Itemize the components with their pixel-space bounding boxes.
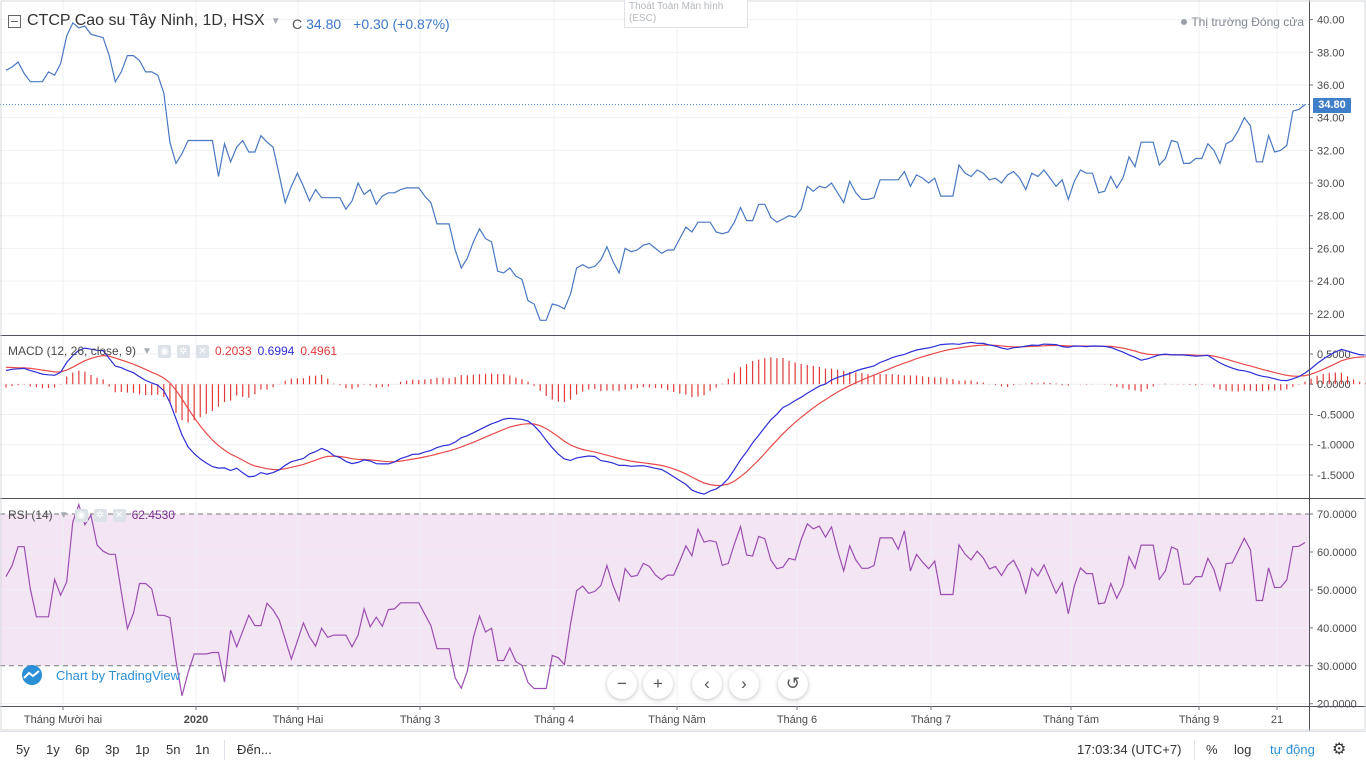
price-axis-tick: 22.00 [1317,309,1345,321]
price-axis-tick: 24.00 [1317,276,1345,288]
close-value: 34.80 [306,16,342,32]
time-axis-tick: Tháng Hai [273,714,324,726]
close-icon[interactable]: ✕ [112,508,126,522]
rsi-axis-tick: 20.0000 [1317,699,1357,711]
macd-axis-tick: 0.0000 [1317,379,1351,391]
gear-icon[interactable]: ✲ [176,344,190,358]
time-axis-tick: Tháng Mười hai [24,714,102,726]
branding-label[interactable]: Chart by TradingView [56,668,180,683]
exit-fullscreen-label: Thoát Toàn Màn hình [629,1,724,12]
macd-axis-tick: -1.5000 [1317,470,1354,482]
timeframe-1y[interactable]: 1y [46,742,60,757]
gear-icon[interactable]: ⚙ [1332,739,1346,759]
eye-icon[interactable]: ◉ [157,344,171,358]
time-axis-tick: Tháng Năm [648,714,705,726]
time-axis-tick: Tháng 9 [1179,714,1219,726]
rsi-axis-tick: 60.0000 [1317,547,1357,559]
exit-fullscreen-shortcut: (ESC) [629,13,657,24]
price-values: C 34.80 +0.30 (+0.87%) [292,16,450,32]
auto-scale-toggle[interactable]: tự động [1270,742,1315,757]
timeframe-3p[interactable]: 3p [105,742,119,757]
rsi-value: 62.4530 [131,508,175,522]
status-dot-icon [1181,19,1188,25]
macd-axis-tick: -1.0000 [1317,440,1354,452]
zoom-out-button[interactable]: − [607,669,637,699]
chevron-down-icon[interactable]: ▼ [142,346,152,357]
symbol-header: CTCP Cao su Tây Ninh, 1D, HSX ▼ [8,12,281,30]
chevron-down-icon[interactable]: ▼ [59,510,69,521]
macd-signal-value: 0.4961 [300,344,338,358]
goto-date-button[interactable]: Đến... [237,742,272,757]
reset-chart-button[interactable]: ↺ [778,669,808,699]
log-toggle[interactable]: log [1234,742,1251,757]
macd-axis-tick: -0.5000 [1317,409,1354,421]
divider [1194,740,1195,760]
rsi-axis-tick: 70.0000 [1317,509,1357,521]
symbol-title[interactable]: CTCP Cao su Tây Ninh, 1D, HSX [27,12,265,30]
chart-area[interactable]: 22.00 24.00 26.00 28.00 30.00 32.00 34.00 36.00… [0,0,1366,731]
timeframe-1n[interactable]: 1n [195,742,209,757]
price-axis-tick: 34.00 [1317,113,1345,125]
tradingview-logo-icon [18,665,46,685]
chevron-down-icon[interactable]: ▼ [271,16,281,27]
timeframe-5n[interactable]: 5n [166,742,180,757]
time-axis-tick: Tháng 7 [911,714,951,726]
price-axis-tick: 38.00 [1317,47,1345,59]
timeframe-1p[interactable]: 1p [135,742,149,757]
price-change: +0.30 (+0.87%) [353,16,450,32]
market-status-label: Thị trường Đóng cửa [1191,15,1304,29]
time-axis-tick: 2020 [184,714,208,726]
rsi-legend: RSI (14) ▼ ◉ ✲ ✕ 62.4530 [8,508,175,522]
zoom-in-button[interactable]: + [643,669,673,699]
macd-legend: MACD (12, 26, close, 9) ▼ ◉ ✲ ✕ 0.2033 0… [8,344,337,358]
macd-line-value: 0.6994 [257,344,295,358]
macd-hist-value: 0.2033 [214,344,252,358]
price-axis-tick: 30.00 [1317,178,1345,190]
divider [224,740,225,760]
scroll-left-button[interactable]: ‹ [692,669,722,699]
scroll-right-button[interactable]: › [729,669,759,699]
market-status: Thị trường Đóng cửa [1181,15,1304,29]
price-axis-tick: 26.00 [1317,243,1345,255]
gear-icon[interactable]: ✲ [93,508,107,522]
rsi-axis-tick: 50.0000 [1317,585,1357,597]
time-axis-tick: Tháng Tám [1043,714,1099,726]
price-axis-tick: 36.00 [1317,80,1345,92]
rsi-label[interactable]: RSI (14) [8,508,53,522]
price-axis-tick: 40.00 [1317,15,1345,27]
time-axis-tick: Tháng 3 [400,714,440,726]
exit-fullscreen-tooltip: Thoát Toàn Màn hình (ESC) [624,0,748,28]
percent-toggle[interactable]: % [1206,742,1218,757]
time-axis-tick: Tháng 6 [777,714,817,726]
timeframe-5y[interactable]: 5y [16,742,30,757]
close-prefix: C [292,16,303,32]
rsi-axis-tick: 30.0000 [1317,661,1357,673]
price-axis-tick: 28.00 [1317,211,1345,223]
macd-label[interactable]: MACD (12, 26, close, 9) [8,344,136,358]
time-axis-tick: 21 [1271,714,1283,726]
close-icon[interactable]: ✕ [195,344,209,358]
time-axis-tick: Tháng 4 [534,714,574,726]
collapse-icon[interactable] [8,14,21,28]
timeframe-6p[interactable]: 6p [75,742,89,757]
bottom-toolbar: 5y 1y 6p 3p 1p 5n 1n Đến... 17:03:34 (UT… [0,731,1366,769]
tradingview-branding[interactable]: Chart by TradingView [18,665,180,685]
last-price-tag: 34.80 [1313,98,1351,113]
rsi-axis-tick: 40.0000 [1317,623,1357,635]
price-axis-tick: 32.00 [1317,145,1345,157]
clock[interactable]: 17:03:34 (UTC+7) [1077,742,1181,757]
eye-icon[interactable]: ◉ [74,508,88,522]
